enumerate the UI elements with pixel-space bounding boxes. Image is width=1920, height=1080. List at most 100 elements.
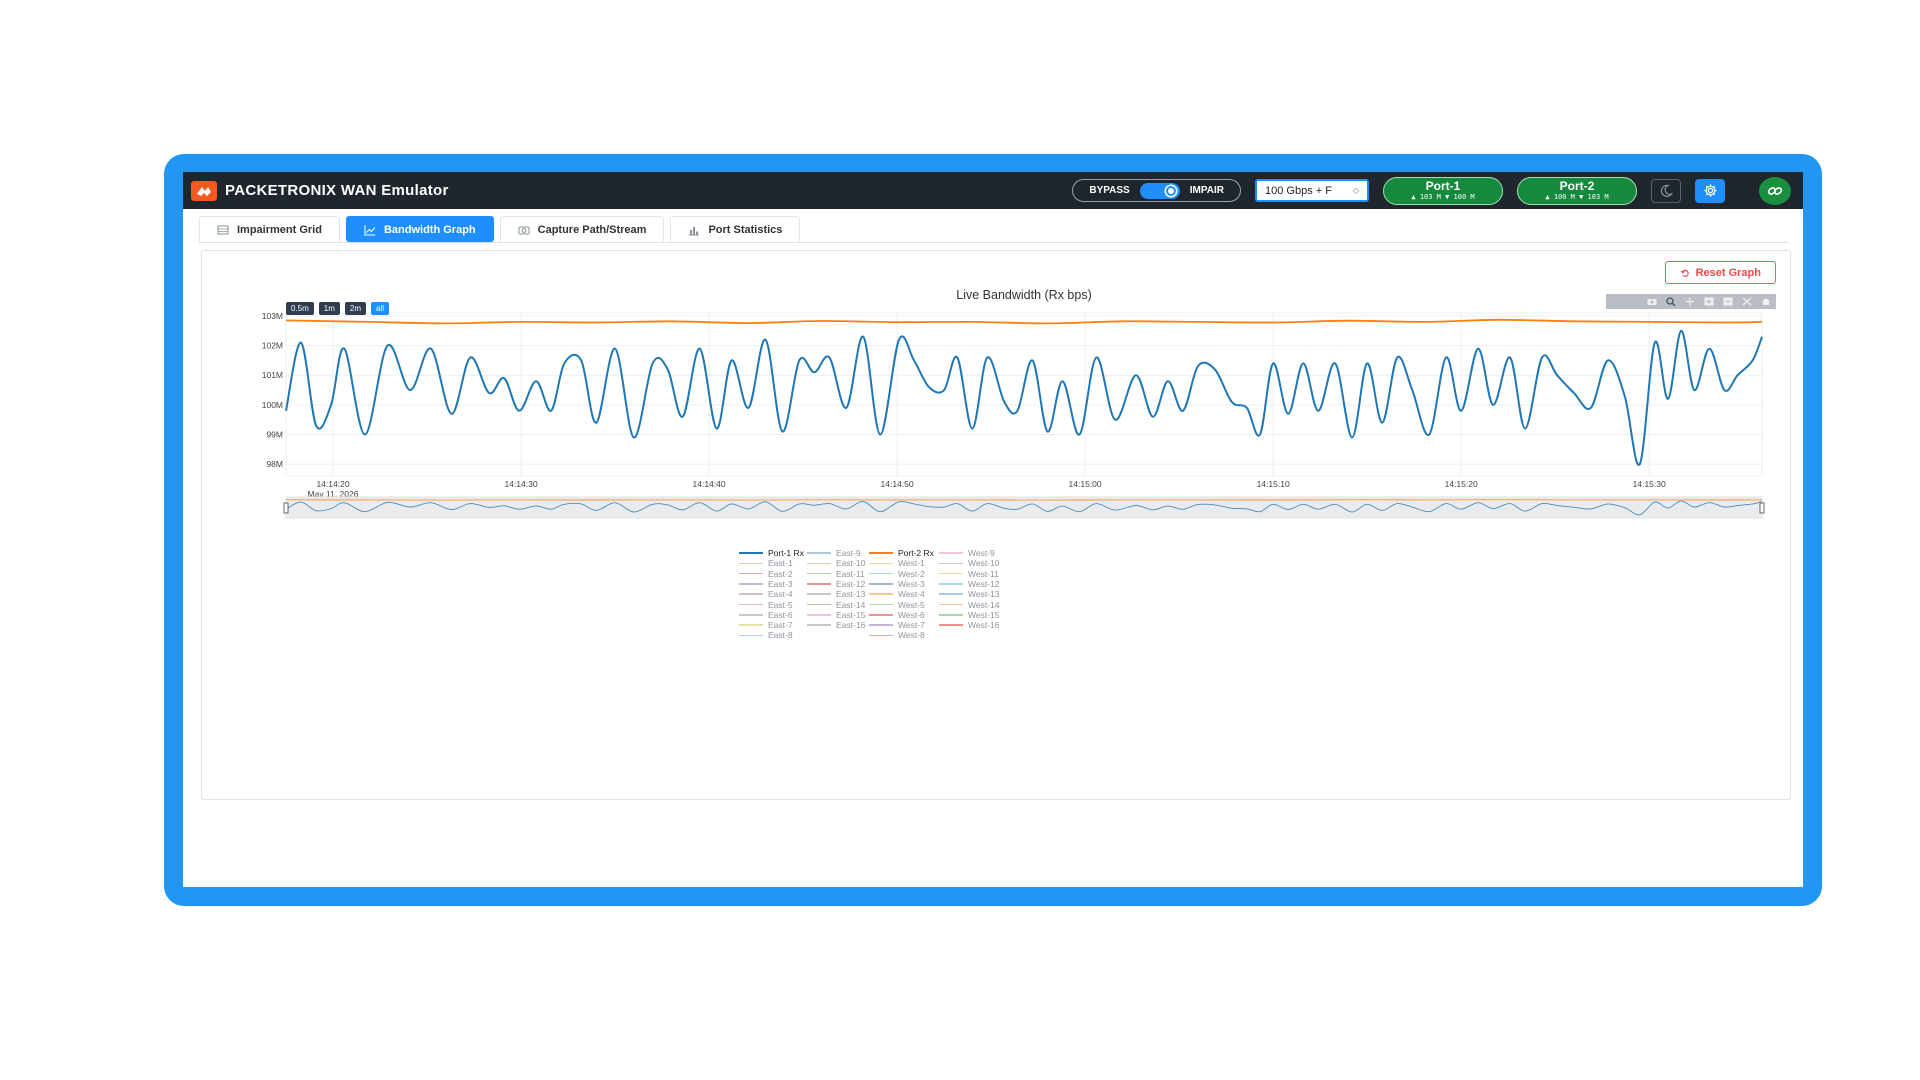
legend-item[interactable]: East-4 — [739, 589, 793, 599]
x-tick-label: 14:15:00 — [1069, 479, 1102, 489]
legend-item[interactable]: West-13 — [939, 589, 1000, 599]
tab-capture-path-stream[interactable]: Capture Path/Stream — [499, 216, 665, 242]
legend-item[interactable]: West-9 — [939, 548, 995, 558]
zoom-icon[interactable] — [1666, 297, 1676, 306]
legend-item[interactable]: West-11 — [939, 569, 999, 579]
legend-item[interactable]: Port-1 Rx — [739, 548, 804, 558]
legend-swatch — [807, 593, 831, 595]
legend-label: East-6 — [768, 609, 793, 620]
legend-item[interactable]: West-16 — [939, 620, 1000, 630]
legend-swatch — [939, 593, 963, 595]
legend-label: East-8 — [768, 630, 793, 641]
legend-swatch — [739, 614, 763, 616]
legend-swatch — [739, 603, 763, 606]
zoom-in-icon[interactable] — [1704, 297, 1714, 306]
x-tick-label: 14:15:20 — [1445, 479, 1478, 489]
tab-bar: Impairment Grid Bandwidth Graph Capture … — [199, 216, 801, 242]
legend-swatch — [939, 572, 963, 575]
x-tick-label: 14:14:40 — [693, 479, 726, 489]
legend-label: East-1 — [768, 558, 793, 569]
port-1-status[interactable]: Port-1 ▲ 103 M ▼ 100 M — [1383, 176, 1503, 205]
chart-title: Live Bandwidth (Rx bps) — [956, 288, 1091, 302]
mode-switch[interactable] — [1139, 182, 1180, 199]
legend-label: East-4 — [768, 589, 793, 600]
legend-label: West-6 — [898, 609, 925, 620]
legend-item[interactable]: West-10 — [939, 558, 1000, 568]
pan-icon[interactable] — [1685, 297, 1695, 306]
legend-item[interactable]: East-2 — [739, 569, 793, 579]
legend-item[interactable]: East-10 — [807, 558, 865, 568]
legend-swatch — [869, 551, 893, 555]
undo-icon — [1680, 269, 1689, 277]
moon-icon — [1660, 184, 1673, 197]
legend-swatch — [939, 562, 963, 565]
legend-item[interactable]: East-8 — [739, 630, 793, 640]
gear-icon — [1703, 184, 1717, 197]
bypass-impair-toggle[interactable]: BYPASS IMPAIR — [1072, 179, 1241, 202]
legend-item[interactable]: East-12 — [807, 579, 865, 589]
legend-label: West-7 — [898, 620, 925, 631]
legend-item[interactable]: East-7 — [739, 620, 793, 630]
tab-divider — [199, 242, 1789, 243]
tab-label: Bandwidth Graph — [383, 223, 476, 236]
legend-item[interactable]: East-15 — [807, 610, 865, 620]
legend-item[interactable]: East-11 — [807, 569, 865, 579]
tab-impairment-grid[interactable]: Impairment Grid — [199, 216, 340, 242]
legend-item[interactable]: West-12 — [939, 579, 1000, 589]
tab-label: Impairment Grid — [237, 223, 322, 236]
bandwidth-panel: Live Bandwidth (Rx bps) 98M 99M 100M 101M 102… — [201, 250, 1791, 800]
home-icon[interactable] — [1761, 297, 1771, 306]
legend-item[interactable]: West-14 — [939, 600, 1000, 610]
legend-swatch — [739, 562, 763, 565]
legend-item[interactable]: West-4 — [869, 589, 925, 599]
tab-bandwidth-graph[interactable]: Bandwidth Graph — [345, 216, 494, 242]
legend-item[interactable]: West-5 — [869, 600, 925, 610]
settings-button[interactable] — [1695, 178, 1725, 203]
dark-mode-button[interactable] — [1651, 178, 1681, 203]
reset-graph-button[interactable]: Reset Graph — [1664, 261, 1776, 284]
chart-modebar — [1606, 294, 1776, 309]
range-button-1m[interactable]: 1m — [318, 302, 340, 315]
legend-label: East-13 — [836, 589, 866, 600]
legend-label: West-1 — [898, 558, 925, 569]
legend-item[interactable]: East-3 — [739, 579, 793, 589]
legend-item[interactable]: West-8 — [869, 630, 925, 640]
port-2-status[interactable]: Port-2 ▲ 100 M ▼ 103 M — [1517, 176, 1637, 205]
legend-item[interactable]: West-1 — [869, 558, 925, 568]
camera-icon[interactable] — [1647, 297, 1657, 306]
legend-item[interactable]: West-3 — [869, 579, 925, 589]
legend-item[interactable]: East-5 — [739, 600, 793, 610]
tab-port-statistics[interactable]: Port Statistics — [670, 216, 801, 242]
app-title: PACKETRONIX WAN Emulator — [225, 182, 449, 199]
autoscale-icon[interactable] — [1742, 297, 1752, 306]
connection-button[interactable] — [1759, 176, 1791, 205]
legend-label: West-10 — [968, 558, 1000, 569]
x-tick-label: 14:14:20 — [316, 479, 349, 489]
legend-item[interactable]: East-9 — [807, 548, 861, 558]
speed-select[interactable]: 100 Gbps + F ◇ — [1255, 179, 1369, 202]
legend-item[interactable]: West-2 — [869, 569, 925, 579]
legend-item[interactable]: West-7 — [869, 620, 925, 630]
range-button-2m[interactable]: 2m — [344, 302, 367, 315]
range-button-all[interactable]: all — [371, 302, 390, 315]
y-tick-label: 102M — [262, 341, 283, 351]
legend-item[interactable]: West-15 — [939, 610, 1000, 620]
legend-swatch — [739, 572, 763, 575]
legend-swatch — [807, 552, 831, 554]
legend-item[interactable]: East-16 — [807, 620, 865, 630]
legend-item[interactable]: East-1 — [739, 558, 793, 568]
range-button-0-5m[interactable]: 0.5m — [286, 302, 314, 315]
legend-item[interactable]: West-6 — [869, 610, 925, 620]
select-caret-icon: ◇ — [1352, 186, 1359, 195]
legend-item[interactable]: East-6 — [739, 610, 793, 620]
legend-item[interactable]: East-14 — [807, 600, 865, 610]
legend-label: West-16 — [968, 620, 1000, 631]
legend-label: East-11 — [836, 568, 865, 579]
zoom-out-icon[interactable] — [1723, 297, 1733, 306]
legend-item[interactable]: East-13 — [807, 589, 865, 599]
legend-swatch — [739, 593, 763, 595]
y-tick-label: 100M — [262, 400, 283, 410]
legend-item[interactable]: Port-2 Rx — [869, 548, 934, 558]
x-tick-label: 14:15:10 — [1257, 479, 1290, 489]
legend-swatch — [939, 624, 963, 626]
